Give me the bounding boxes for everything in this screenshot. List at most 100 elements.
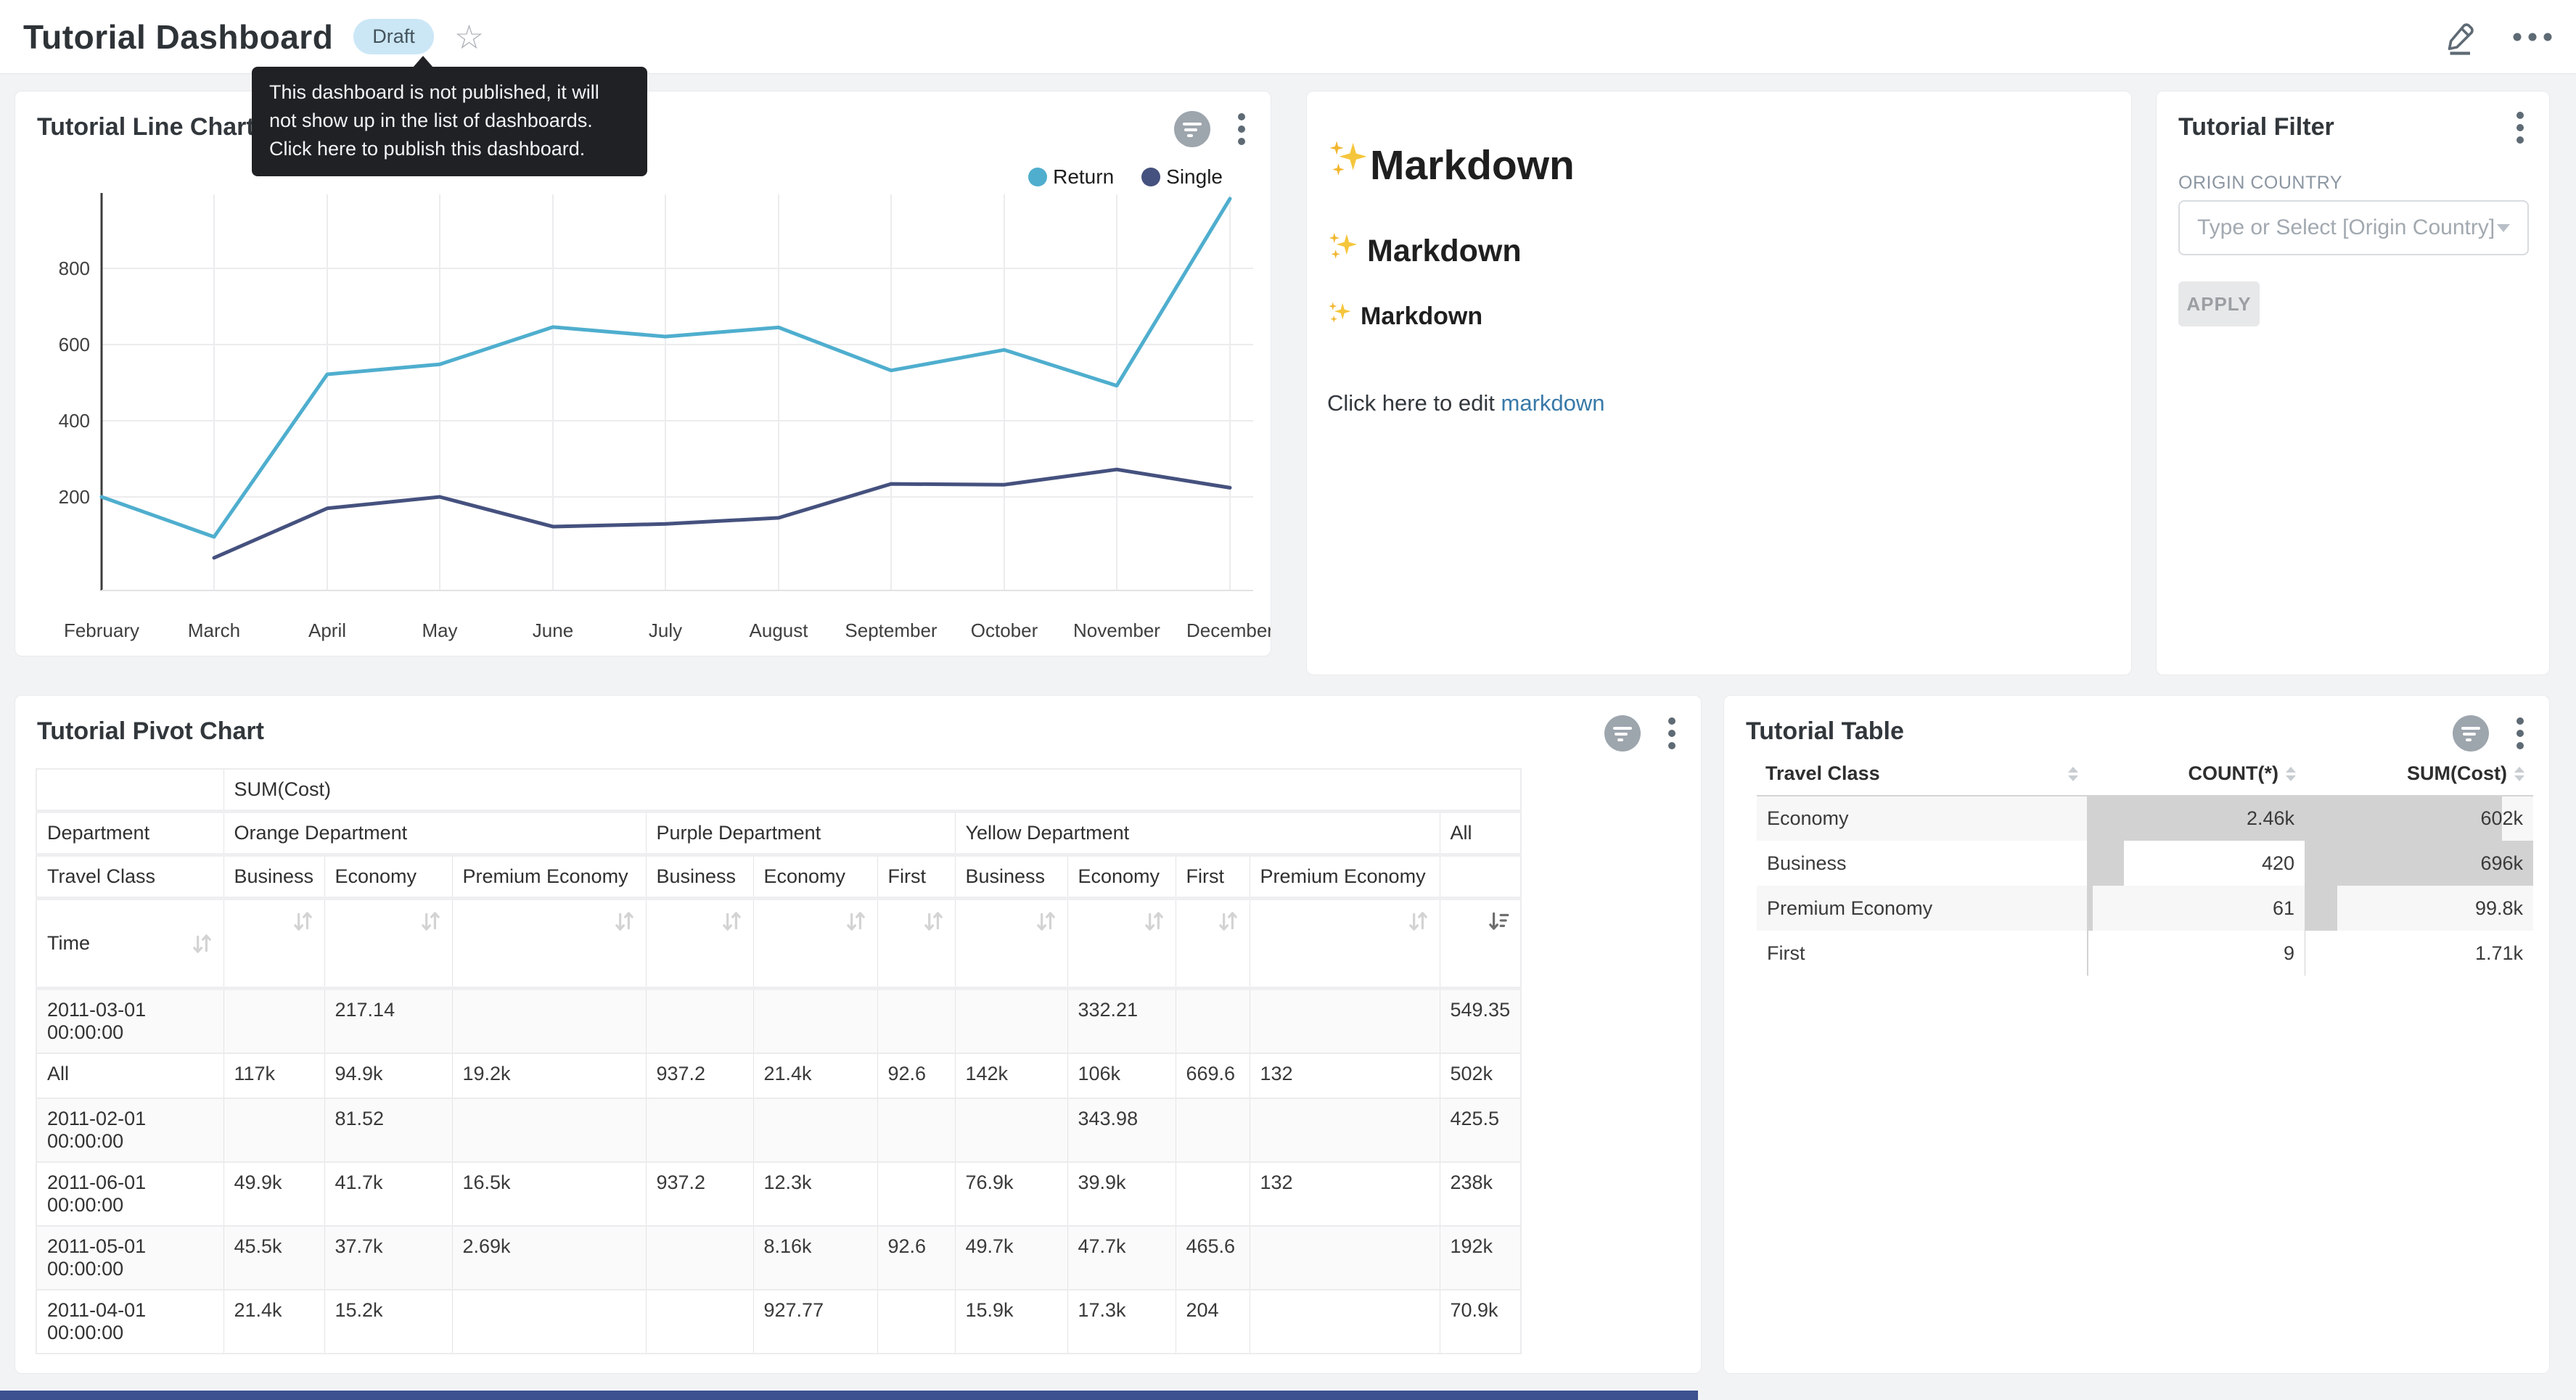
pivot-cell: 37.7k <box>324 1226 452 1290</box>
sort-up-down-icon[interactable] <box>291 909 314 931</box>
value-bar <box>2087 886 2093 931</box>
pivot-cell: 117k <box>223 1053 324 1098</box>
sort-up-down-icon[interactable] <box>612 909 636 931</box>
column-header-count[interactable]: COUNT(*) <box>2087 762 2305 796</box>
pivot-table: SUM(Cost) Department Orange Department P… <box>36 768 1522 1354</box>
pivot-cell <box>1176 1098 1250 1162</box>
filter-indicator-icon[interactable] <box>1173 110 1211 148</box>
pivot-cell: 19.2k <box>452 1053 646 1098</box>
sort-up-down-icon[interactable] <box>1216 909 1239 931</box>
sort-descending-icon[interactable] <box>1487 909 1510 931</box>
sort-up-down-icon[interactable] <box>1406 909 1429 931</box>
panel-markdown[interactable]: Markdown Markdown Markdown Click here to… <box>1306 91 2132 675</box>
apply-button[interactable]: APPLY <box>2178 281 2260 326</box>
pivot-row-label: 2011-06-01 00:00:00 <box>36 1162 223 1226</box>
pivot-cell: 217.14 <box>324 988 452 1053</box>
pivot-cell: 238k <box>1440 1162 1521 1226</box>
filter-indicator-icon[interactable] <box>1604 715 1641 752</box>
pivot-cell: 21.4k <box>223 1290 324 1354</box>
markdown-h1-text: Markdown <box>1370 141 1575 189</box>
svg-text:February: February <box>64 619 139 641</box>
count-cell: 420 <box>2087 841 2305 886</box>
pivot-cell: 8.16k <box>753 1226 877 1290</box>
svg-text:April: April <box>308 619 346 641</box>
sparkles-icon <box>1327 139 1369 191</box>
tutorial-table: Travel Class COUNT(*) SUM(Cost) Economy2… <box>1757 762 2533 976</box>
pivot-cell: 94.9k <box>324 1053 452 1098</box>
sort-up-down-icon[interactable] <box>1034 909 1057 931</box>
column-header-travel-class[interactable]: Travel Class <box>1757 762 2087 796</box>
line-chart-svg: 200400600800FebruaryMarchAprilMayJuneJul… <box>15 184 1271 656</box>
pivot-header-class-row: Travel Class Business Economy Premium Ec… <box>36 855 1521 899</box>
pivot-cell <box>955 1098 1067 1162</box>
sort-caret-icon <box>2514 767 2524 781</box>
ttable-tbody: Economy2.46k602kBusiness420696kPremium E… <box>1757 796 2533 976</box>
svg-text:September: September <box>845 619 938 641</box>
svg-text:December: December <box>1186 619 1271 641</box>
more-actions-button[interactable] <box>2512 32 2553 42</box>
sum-cell: 696k <box>2305 841 2533 886</box>
markdown-paragraph-text: Click here to edit <box>1327 390 1501 416</box>
star-icon[interactable]: ☆ <box>454 20 484 54</box>
cell-value: 99.8k <box>2475 897 2523 919</box>
sort-up-down-icon[interactable] <box>844 909 867 931</box>
horizontal-scrollbar[interactable] <box>0 1391 1698 1400</box>
sort-up-down-icon[interactable] <box>190 931 213 955</box>
pivot-cell: 937.2 <box>646 1162 753 1226</box>
draft-badge[interactable]: Draft <box>353 19 434 54</box>
count-cell: 2.46k <box>2087 796 2305 841</box>
cell-value: 420 <box>2262 852 2294 874</box>
markdown-edit-link[interactable]: markdown <box>1501 390 1605 416</box>
pivot-cell: 81.52 <box>324 1098 452 1162</box>
origin-country-select[interactable]: Type or Select [Origin Country] <box>2178 200 2529 255</box>
kebab-menu-icon[interactable] <box>1237 112 1246 147</box>
sort-up-down-icon[interactable] <box>419 909 442 931</box>
svg-text:400: 400 <box>59 410 90 432</box>
pivot-cell <box>1250 1098 1440 1162</box>
markdown-h2: Markdown <box>1327 231 2109 271</box>
page-title: Tutorial Dashboard <box>23 17 333 57</box>
pivot-time-label: Time <box>47 932 90 955</box>
filter-title: Tutorial Filter <box>2178 113 2334 141</box>
markdown-h2-text: Markdown <box>1367 234 1522 269</box>
edit-dashboard-button[interactable] <box>2441 18 2479 56</box>
pivot-row: 2011-02-01 00:00:0081.52343.98425.5 <box>36 1098 1521 1162</box>
pivot-row-label: 2011-05-01 00:00:00 <box>36 1226 223 1290</box>
sort-up-down-icon[interactable] <box>922 909 945 931</box>
kebab-menu-icon[interactable] <box>1668 716 1676 751</box>
pivot-cell: 49.7k <box>955 1226 1067 1290</box>
pivot-class-label: Business <box>223 855 324 899</box>
markdown-h3: Markdown <box>1327 301 2109 332</box>
pivot-class-label: Business <box>646 855 753 899</box>
pivot-cell <box>223 1098 324 1162</box>
markdown-h3-text: Markdown <box>1361 302 1482 331</box>
table-row: Economy2.46k602k <box>1757 796 2533 841</box>
value-bar <box>2087 931 2088 976</box>
pivot-cell: 92.6 <box>877 1226 955 1290</box>
sort-caret-icon <box>2068 767 2078 781</box>
kebab-menu-icon[interactable] <box>2516 716 2524 751</box>
pivot-cell: 15.9k <box>955 1290 1067 1354</box>
pivot-class-label <box>1440 855 1521 899</box>
pivot-cell: 927.77 <box>753 1290 877 1354</box>
panel-table: Tutorial Table Travel Class COUNT(*) <box>1723 695 2550 1374</box>
column-header-sum-cost[interactable]: SUM(Cost) <box>2305 762 2533 796</box>
pivot-cell: 49.9k <box>223 1162 324 1226</box>
sort-up-down-icon[interactable] <box>1142 909 1165 931</box>
pivot-cell <box>452 1098 646 1162</box>
pivot-cell: 21.4k <box>753 1053 877 1098</box>
filter-indicator-icon[interactable] <box>2452 715 2490 752</box>
sparkles-icon <box>1327 231 1358 271</box>
pivot-cell: 41.7k <box>324 1162 452 1226</box>
sort-up-down-icon[interactable] <box>720 909 743 931</box>
kebab-menu-icon[interactable] <box>2516 110 2524 145</box>
pivot-cell: 142k <box>955 1053 1067 1098</box>
pivot-class-label: First <box>1176 855 1250 899</box>
pivot-cell: 132 <box>1250 1053 1440 1098</box>
pivot-cell <box>1176 1162 1250 1226</box>
svg-text:October: October <box>971 619 1038 641</box>
pivot-corner-cell <box>36 769 223 812</box>
pivot-row: 2011-05-01 00:00:0045.5k37.7k2.69k8.16k9… <box>36 1226 1521 1290</box>
pivot-cell <box>646 1098 753 1162</box>
pivot-class-label: Economy <box>324 855 452 899</box>
